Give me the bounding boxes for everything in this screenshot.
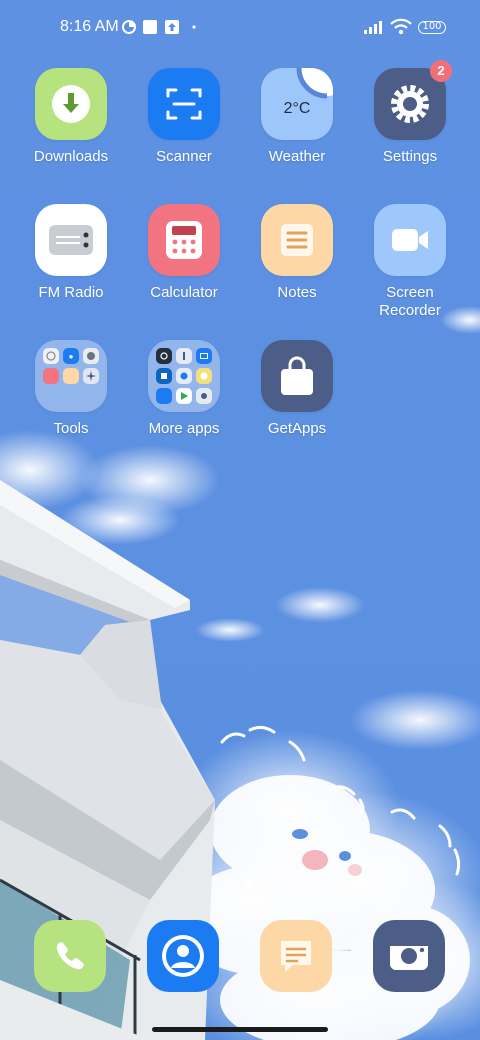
weather-temperature: 2°C	[283, 100, 311, 117]
app-screen-recorder[interactable]: Screen Recorder	[355, 204, 465, 320]
upload-notification-icon	[165, 20, 179, 34]
camera-icon	[390, 946, 428, 970]
app-downloads[interactable]: Downloads	[16, 68, 126, 166]
app-label: Calculator	[150, 284, 218, 301]
status-bar: 8:16 AM 100	[0, 0, 480, 56]
dock-contacts[interactable]	[147, 920, 219, 992]
signal-strength-icon	[364, 21, 382, 34]
app-label: Weather	[268, 148, 326, 165]
download-arrow-icon	[35, 68, 107, 140]
gear-icon: 2	[374, 60, 452, 140]
app-label: GetApps	[267, 420, 327, 437]
app-fm-radio[interactable]: FM Radio	[16, 204, 126, 302]
folder-tools[interactable]: ● Tools	[16, 340, 126, 438]
app-label: Downloads	[33, 148, 109, 165]
app-getapps[interactable]: GetApps	[242, 340, 352, 438]
scan-frame-icon	[148, 68, 220, 140]
app-notes[interactable]: Notes	[242, 204, 352, 302]
app-label: FM Radio	[38, 284, 104, 301]
notes-icon	[261, 204, 333, 276]
dock-camera[interactable]	[373, 920, 445, 992]
contacts-icon	[162, 935, 204, 977]
more-notifications-dot-icon	[192, 25, 196, 29]
shopping-bag-icon	[261, 340, 333, 412]
radio-icon	[35, 204, 107, 276]
messages-icon	[281, 941, 311, 972]
phone-icon	[56, 942, 84, 970]
notification-square-icon	[143, 20, 157, 34]
app-calculator[interactable]: Calculator	[129, 204, 239, 302]
app-label: Settings	[382, 148, 438, 165]
folder-more-apps[interactable]: More apps	[129, 340, 239, 438]
home-gesture-bar[interactable]	[152, 1027, 328, 1032]
calculator-icon	[148, 204, 220, 276]
app-label: Notes	[277, 284, 317, 301]
dock-phone[interactable]	[34, 920, 106, 992]
app-settings[interactable]: 2 Settings	[355, 60, 465, 166]
page-indicator	[245, 880, 251, 886]
folder-icon: ●	[35, 340, 107, 412]
notification-badge: 2	[430, 60, 452, 82]
dock-messages[interactable]	[260, 920, 332, 992]
app-notification-icon	[122, 20, 136, 34]
app-label: Tools	[53, 420, 89, 437]
video-camera-icon	[374, 204, 446, 276]
weather-icon: 2°C	[261, 68, 333, 140]
app-label: Scanner	[156, 148, 212, 165]
app-scanner[interactable]: Scanner	[129, 68, 239, 166]
status-time: 8:16 AM	[60, 18, 119, 35]
folder-icon	[148, 340, 220, 412]
app-weather[interactable]: 2°C Weather	[242, 68, 352, 166]
wifi-icon	[390, 18, 412, 35]
app-label: Screen Recorder	[379, 284, 441, 319]
battery-indicator: 100	[418, 21, 446, 34]
app-label: More apps	[148, 420, 220, 437]
